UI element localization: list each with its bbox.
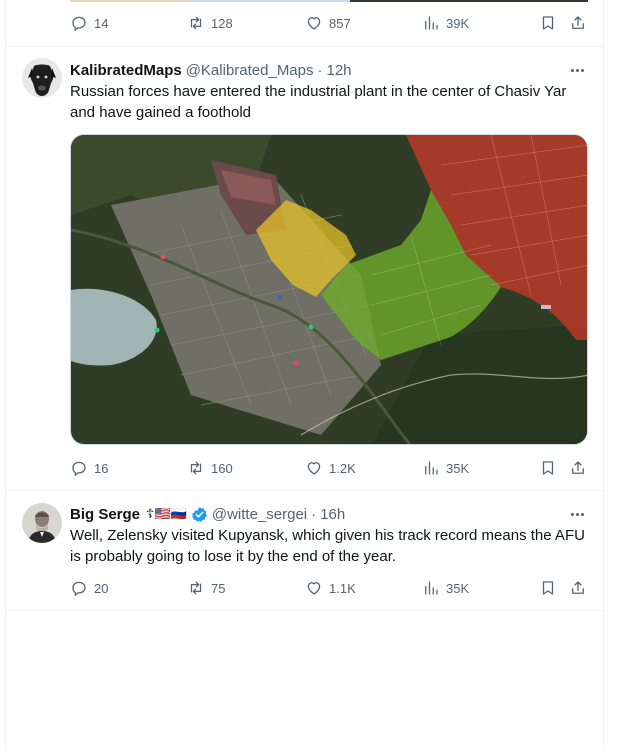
previous-tweet-media-edge [70,0,588,2]
heart-icon [307,582,321,595]
bookmark-icon [542,16,554,30]
more-icon [570,512,574,516]
tweet-actions: 20 75 1.1K 35K [6,578,605,598]
share-button[interactable] [569,13,587,33]
name-emoji-flags: ☦🇺🇸🇷🇺 [146,506,187,521]
tweet-text: Russian forces have entered the industri… [70,83,567,121]
bookmark-icon [542,461,554,475]
reply-icon [72,16,86,31]
more-button[interactable] [567,60,587,80]
divider [6,46,605,47]
more-button[interactable] [567,504,587,524]
share-icon [572,16,584,29]
handle[interactable]: @Kalibrated_Maps [186,62,314,79]
share-button[interactable] [569,578,587,598]
like-count: 1.2K [329,460,356,476]
display-name[interactable]: Big Serge [70,506,140,523]
views-icon [425,461,438,475]
tweet-actions: 16 160 1.2K 35K [6,458,605,478]
repost-button[interactable]: 75 [187,578,225,598]
tweet-image-map[interactable] [70,134,588,445]
tweet-header: KalibratedMaps @Kalibrated_Maps · 12h [70,60,352,80]
views-button[interactable]: 35K [422,578,469,598]
more-icon [570,68,574,72]
bookmark-icon [542,581,554,595]
views-button[interactable]: 39K [422,13,469,33]
reply-icon [72,461,86,476]
timestamp[interactable]: 16h [320,506,345,523]
avatar[interactable] [22,503,62,543]
repost-button[interactable]: 128 [187,13,233,33]
bookmark-button[interactable] [539,578,557,598]
tweet-text: Well, Zelensky visited Kupyansk, which g… [70,527,585,565]
heart-icon [307,17,321,30]
reply-icon [72,581,86,596]
timeline-column: 14 128 857 39K KalibratedMaps @Kalibrate… [5,0,605,751]
reply-count: 20 [94,580,109,596]
share-button[interactable] [569,458,587,478]
views-count: 39K [446,15,470,31]
repost-count: 160 [211,460,233,476]
reply-button[interactable]: 20 [70,578,108,598]
timestamp[interactable]: 12h [327,62,352,79]
views-count: 35K [446,580,470,596]
repost-icon [190,461,202,475]
verified-icon [191,506,207,522]
repost-button[interactable]: 160 [187,458,233,478]
display-name[interactable]: KalibratedMaps [70,62,182,79]
time-separator: · [317,61,323,79]
divider [6,490,605,491]
reply-count: 14 [94,15,109,31]
avatar[interactable] [22,58,62,98]
frontline-map [71,135,587,444]
views-icon [425,581,438,595]
bookmark-button[interactable] [539,458,557,478]
repost-count: 128 [211,15,233,31]
views-icon [425,16,438,30]
heart-icon [307,462,321,475]
share-icon [572,461,584,474]
repost-count: 75 [211,580,226,596]
repost-icon [190,16,202,30]
reply-count: 16 [94,460,109,476]
reply-button[interactable]: 14 [70,13,108,33]
share-icon [572,581,584,594]
like-button[interactable]: 1.1K [305,578,356,598]
views-button[interactable]: 35K [422,458,469,478]
views-count: 35K [446,460,470,476]
time-separator: · [311,505,317,523]
reply-button[interactable]: 16 [70,458,108,478]
previous-tweet-actions: 14 128 857 39K [6,13,605,33]
repost-icon [190,581,202,595]
like-count: 1.1K [329,580,356,596]
bookmark-button[interactable] [539,13,557,33]
like-button[interactable]: 857 [305,13,351,33]
divider [6,610,605,611]
like-button[interactable]: 1.2K [305,458,356,478]
like-count: 857 [329,15,351,31]
tweet-header: Big Serge ☦🇺🇸🇷🇺 @witte_sergei · 16h [70,504,345,524]
handle[interactable]: @witte_sergei [212,506,307,523]
